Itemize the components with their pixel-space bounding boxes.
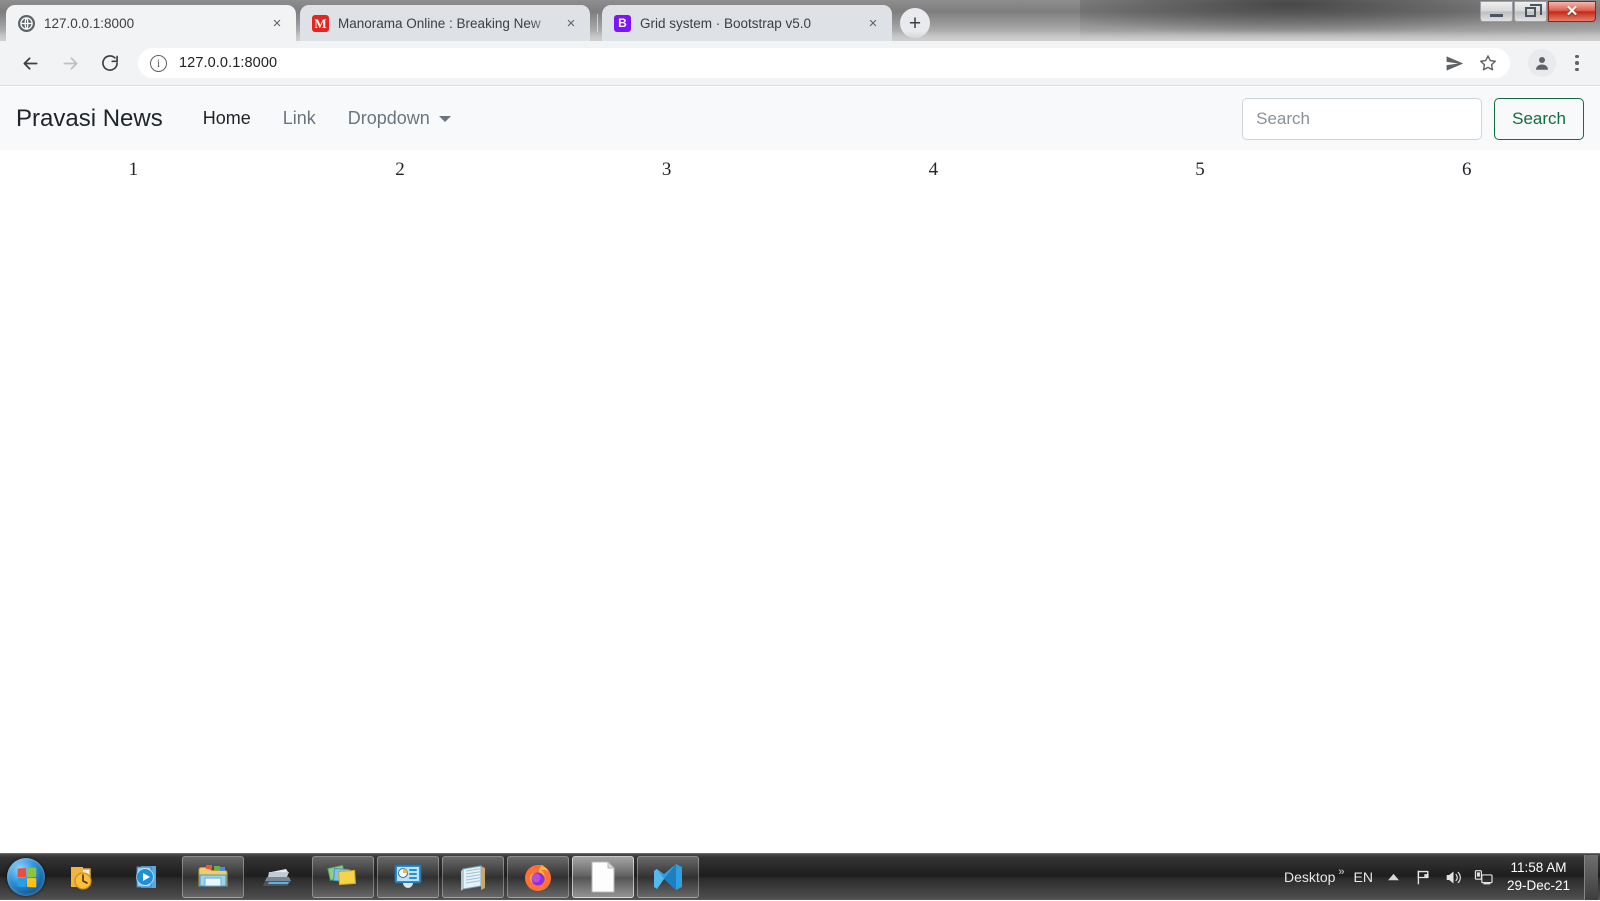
web-page-content: Pravasi News Home Link Dropdown Search 1… — [0, 87, 1600, 830]
notepad-icon[interactable] — [442, 856, 504, 898]
grid-col-1: 1 — [0, 159, 267, 181]
globe-icon — [18, 15, 35, 32]
grid-col-4: 4 — [800, 159, 1067, 181]
clock-time: 11:58 AM — [1507, 859, 1570, 877]
language-indicator[interactable]: EN — [1348, 869, 1379, 885]
address-bar-actions — [1436, 47, 1504, 79]
windows-taskbar: Desktop » EN 11:58 AM 29-Dec-21 — [0, 853, 1600, 900]
flag-icon[interactable] — [1409, 857, 1439, 897]
site-info-icon[interactable]: i — [150, 55, 167, 72]
firefox-icon[interactable] — [507, 856, 569, 898]
minimize-button[interactable] — [1480, 1, 1513, 22]
grid-col-3: 3 — [533, 159, 800, 181]
clock-date: 29-Dec-21 — [1507, 877, 1570, 895]
close-icon: ✕ — [1566, 4, 1579, 19]
media-player-icon[interactable] — [117, 856, 179, 898]
document-icon[interactable] — [572, 856, 634, 898]
network-icon[interactable] — [1469, 857, 1499, 897]
profile-avatar-icon[interactable] — [1528, 49, 1556, 77]
bootstrap-icon: B — [614, 15, 631, 32]
pictures-icon[interactable] — [312, 856, 374, 898]
browser-toolbar: i 127.0.0.1:8000 — [0, 41, 1600, 86]
restore-button[interactable] — [1514, 1, 1547, 22]
desktop-toolbar-label[interactable]: Desktop — [1278, 869, 1341, 885]
windows-start-orb-icon[interactable] — [3, 856, 49, 898]
outlook-icon[interactable] — [52, 856, 114, 898]
close-button[interactable]: ✕ — [1548, 1, 1596, 22]
show-hidden-icons-icon[interactable] — [1379, 857, 1409, 897]
browser-tab-1[interactable]: 127.0.0.1:8000 × — [6, 5, 296, 41]
file-explorer-icon[interactable] — [182, 856, 244, 898]
toolbar-overflow-icon[interactable]: » — [1338, 866, 1344, 878]
forward-arrow-icon — [54, 47, 86, 79]
tab-close-button[interactable]: × — [266, 12, 288, 34]
grid-col-5: 5 — [1067, 159, 1334, 181]
nav-dropdown-label: Dropdown — [348, 108, 430, 129]
tab-title: Grid system · Bootstrap v5.0 — [640, 16, 858, 31]
tab-close-button[interactable]: × — [862, 12, 884, 34]
address-bar[interactable]: i 127.0.0.1:8000 — [138, 48, 1510, 78]
tab-close-button[interactable]: × — [560, 12, 582, 34]
show-desktop-button[interactable] — [1584, 855, 1598, 900]
grid-col-6: 6 — [1333, 159, 1600, 181]
manorama-icon: M — [312, 15, 329, 32]
system-tray: Desktop » EN 11:58 AM 29-Dec-21 — [1278, 854, 1600, 901]
browser-tab-strip: 127.0.0.1:8000 × M Manorama Online : Bre… — [0, 0, 1600, 41]
restore-icon — [1525, 7, 1536, 17]
tab-separator — [597, 14, 598, 32]
powerpoint-icon[interactable] — [377, 856, 439, 898]
navbar-search-form: Search — [1242, 98, 1584, 140]
browser-tab-2[interactable]: M Manorama Online : Breaking New × — [300, 5, 590, 41]
scanner-icon[interactable] — [247, 856, 309, 898]
grid-row: 1 2 3 4 5 6 — [0, 150, 1600, 181]
reload-icon[interactable] — [94, 47, 126, 79]
taskbar-clock[interactable]: 11:58 AM 29-Dec-21 — [1499, 859, 1582, 895]
browser-tab-3[interactable]: B Grid system · Bootstrap v5.0 × — [602, 5, 892, 41]
search-button[interactable]: Search — [1494, 98, 1584, 140]
navbar-links: Home Link Dropdown — [187, 108, 467, 129]
minimize-icon — [1490, 14, 1503, 17]
window-controls: ✕ — [1479, 1, 1596, 22]
site-brand[interactable]: Pravasi News — [16, 105, 163, 133]
address-bar-url: 127.0.0.1:8000 — [179, 55, 277, 71]
three-dot-menu-icon[interactable] — [1562, 55, 1592, 72]
tab-title: 127.0.0.1:8000 — [44, 16, 262, 31]
star-icon[interactable] — [1472, 47, 1504, 79]
send-icon[interactable] — [1438, 47, 1470, 79]
nav-link-home[interactable]: Home — [187, 108, 267, 129]
site-navbar: Pravasi News Home Link Dropdown Search — [0, 87, 1600, 150]
nav-link-link[interactable]: Link — [267, 108, 332, 129]
vscode-icon[interactable] — [637, 856, 699, 898]
back-arrow-icon[interactable] — [14, 47, 46, 79]
speaker-icon[interactable] — [1439, 857, 1469, 897]
search-input[interactable] — [1242, 98, 1482, 140]
nav-dropdown-toggle[interactable]: Dropdown — [332, 108, 467, 129]
grid-col-2: 2 — [267, 159, 534, 181]
tab-title: Manorama Online : Breaking New — [338, 16, 556, 31]
chevron-down-icon — [439, 116, 451, 122]
new-tab-button[interactable]: + — [900, 8, 930, 38]
